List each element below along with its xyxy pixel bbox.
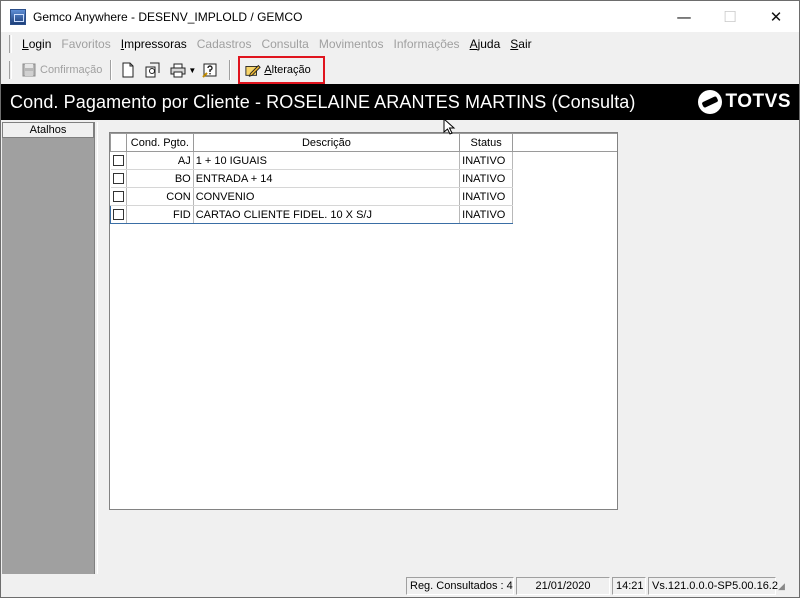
- title-bar: Gemco Anywhere - DESENV_IMPLOLD / GEMCO …: [1, 1, 799, 32]
- cell-description: ENTRADA + 14: [193, 169, 461, 188]
- status-bar: Reg. Consultados : 4 21/01/2020 14:21 Vs…: [1, 575, 799, 597]
- cell-description: CARTAO CLIENTE FIDEL. 10 X S/J: [193, 205, 461, 224]
- toolbar-separator: [110, 60, 113, 80]
- cell-filler: [513, 188, 617, 206]
- payment-terms-table: Cond. Pgto. Descrição Status AJ 1 + 10 I…: [110, 133, 617, 224]
- new-document-button[interactable]: [117, 59, 142, 81]
- print-dropdown-icon[interactable]: ▼: [188, 66, 196, 75]
- printer-icon: [170, 62, 186, 78]
- totvs-logo-icon: [697, 90, 722, 114]
- status-date: 21/01/2020: [516, 577, 610, 595]
- table-row[interactable]: AJ 1 + 10 IGUAIS INATIVO: [110, 151, 618, 170]
- find-document-button[interactable]: [142, 59, 167, 81]
- status-time: 14:21: [612, 577, 646, 595]
- menu-informacoes[interactable]: Informações: [390, 37, 466, 51]
- column-header-select[interactable]: [110, 133, 127, 152]
- row-checkbox[interactable]: [110, 187, 127, 206]
- menu-consulta[interactable]: Consulta: [257, 37, 314, 51]
- close-button[interactable]: ✕: [753, 1, 799, 32]
- save-icon: [21, 62, 37, 78]
- app-icon: [10, 8, 26, 25]
- column-header-filler: [512, 133, 617, 152]
- cell-filler: [513, 170, 617, 188]
- cell-code: AJ: [126, 151, 194, 170]
- window-controls: — ☐ ✕: [661, 1, 799, 32]
- alter-label: Alteração: [264, 64, 311, 76]
- cell-code: BO: [126, 169, 194, 188]
- row-checkbox[interactable]: [110, 169, 127, 188]
- payment-terms-grid[interactable]: Cond. Pgto. Descrição Status AJ 1 + 10 I…: [109, 132, 618, 510]
- menu-favoritos[interactable]: Favoritos: [57, 37, 116, 51]
- cell-code: CON: [126, 187, 194, 206]
- confirm-button[interactable]: Confirmação: [18, 59, 105, 81]
- cell-code: FID: [126, 205, 194, 224]
- menu-cadastros[interactable]: Cadastros: [193, 37, 258, 51]
- help-button[interactable]: [199, 59, 224, 81]
- main-area: Cond. Pgto. Descrição Status AJ 1 + 10 I…: [97, 122, 799, 574]
- edit-icon: [245, 62, 262, 78]
- resize-grip-icon[interactable]: ◢: [778, 581, 785, 592]
- checkbox[interactable]: [112, 155, 124, 167]
- print-button[interactable]: ▼: [167, 59, 199, 81]
- window-title: Gemco Anywhere - DESENV_IMPLOLD / GEMCO: [33, 9, 303, 24]
- menu-movimentos[interactable]: Movimentos: [315, 37, 390, 51]
- totvs-logo: TOTVS: [697, 90, 792, 114]
- shortcuts-header[interactable]: Atalhos: [2, 122, 94, 138]
- row-checkbox[interactable]: [110, 205, 127, 224]
- table-row[interactable]: CON CONVENIO INATIVO: [110, 187, 618, 206]
- menu-login[interactable]: Login: [18, 37, 57, 51]
- menu-sair[interactable]: Sair: [506, 37, 537, 51]
- cell-filler: [513, 152, 617, 170]
- row-checkbox[interactable]: [110, 151, 127, 170]
- cell-description: 1 + 10 IGUAIS: [193, 151, 461, 170]
- cell-status: INATIVO: [459, 169, 514, 188]
- app-window: Gemco Anywhere - DESENV_IMPLOLD / GEMCO …: [0, 0, 800, 598]
- cell-description: CONVENIO: [193, 187, 461, 206]
- column-header-cond-pgto[interactable]: Cond. Pgto.: [125, 133, 194, 152]
- menu-bar: Login Favoritos Impressoras Cadastros Co…: [1, 32, 799, 56]
- toolbar: Confirmação ▼ Alteração: [1, 56, 799, 84]
- mouse-cursor-icon: [443, 118, 456, 135]
- checkbox[interactable]: [112, 173, 124, 185]
- status-version: Vs.121.0.0.0-SP5.00.16.2: [648, 577, 778, 595]
- help-icon: [202, 62, 218, 78]
- checkbox[interactable]: [112, 209, 124, 221]
- column-header-descricao[interactable]: Descrição: [192, 133, 461, 152]
- new-document-icon: [120, 62, 136, 78]
- page-title: Cond. Pagamento por Cliente - ROSELAINE …: [10, 91, 636, 112]
- menu-ajuda[interactable]: Ajuda: [466, 37, 507, 51]
- column-header-status[interactable]: Status: [459, 133, 514, 152]
- cell-status: INATIVO: [459, 205, 514, 224]
- shortcuts-panel: Atalhos: [2, 122, 95, 574]
- alter-button[interactable]: Alteração: [238, 56, 325, 84]
- search-document-icon: [145, 62, 161, 78]
- cell-status: INATIVO: [459, 151, 514, 170]
- table-header-row: Cond. Pgto. Descrição Status: [110, 133, 617, 152]
- table-row-selected[interactable]: FID CARTAO CLIENTE FIDEL. 10 X S/J INATI…: [110, 205, 617, 224]
- cell-status: INATIVO: [459, 187, 514, 206]
- toolbar-grip[interactable]: [9, 61, 12, 79]
- page-header: Cond. Pagamento por Cliente - ROSELAINE …: [1, 84, 799, 120]
- confirm-label: Confirmação: [40, 64, 103, 76]
- menubar-grip[interactable]: [9, 35, 12, 53]
- minimize-button[interactable]: —: [661, 1, 707, 32]
- checkbox[interactable]: [112, 191, 124, 203]
- menu-impressoras[interactable]: Impressoras: [117, 37, 193, 51]
- cell-filler: [512, 205, 617, 224]
- toolbar-separator: [229, 60, 232, 80]
- status-records: Reg. Consultados : 4: [406, 577, 514, 595]
- maximize-button[interactable]: ☐: [707, 1, 753, 32]
- totvs-logo-text: TOTVS: [725, 91, 791, 112]
- table-row[interactable]: BO ENTRADA + 14 INATIVO: [110, 169, 618, 188]
